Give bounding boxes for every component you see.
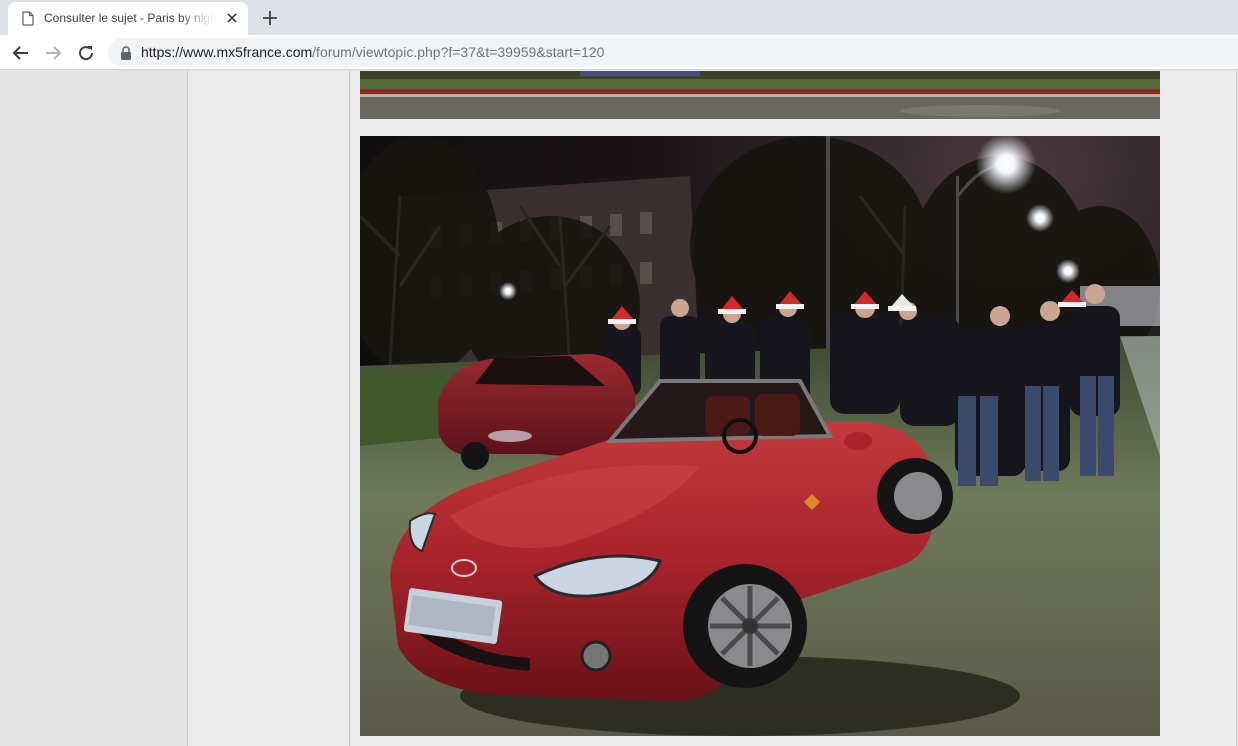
- forward-arrow-icon[interactable]: [42, 42, 64, 64]
- page-content: [0, 71, 1238, 746]
- browser-tab[interactable]: Consulter le sujet - Paris by night: [8, 2, 248, 35]
- lock-icon[interactable]: [120, 46, 132, 60]
- browser-toolbar: https://www.mx5france.com/forum/viewtopi…: [0, 35, 1238, 70]
- url-text[interactable]: https://www.mx5france.com/forum/viewtopi…: [141, 44, 604, 60]
- left-margin: [0, 71, 188, 746]
- url-host: https://www.mx5france.com: [141, 44, 313, 60]
- tab-title: Consulter le sujet - Paris by night: [44, 11, 214, 25]
- post-author-column: [188, 71, 350, 746]
- post-image-previous[interactable]: [360, 71, 1160, 119]
- tab-strip: Consulter le sujet - Paris by night: [0, 0, 1238, 35]
- post-body: [351, 71, 1237, 746]
- plus-icon[interactable]: [260, 8, 280, 28]
- url-path: /forum/viewtopic.php?f=37&t=39959&start=…: [312, 44, 605, 60]
- document-icon: [22, 11, 34, 26]
- address-bar[interactable]: https://www.mx5france.com/forum/viewtopi…: [108, 38, 1238, 67]
- post-image-car-night[interactable]: [360, 136, 1160, 736]
- reload-icon[interactable]: [75, 42, 97, 64]
- back-arrow-icon[interactable]: [10, 42, 32, 64]
- close-icon[interactable]: [224, 10, 240, 26]
